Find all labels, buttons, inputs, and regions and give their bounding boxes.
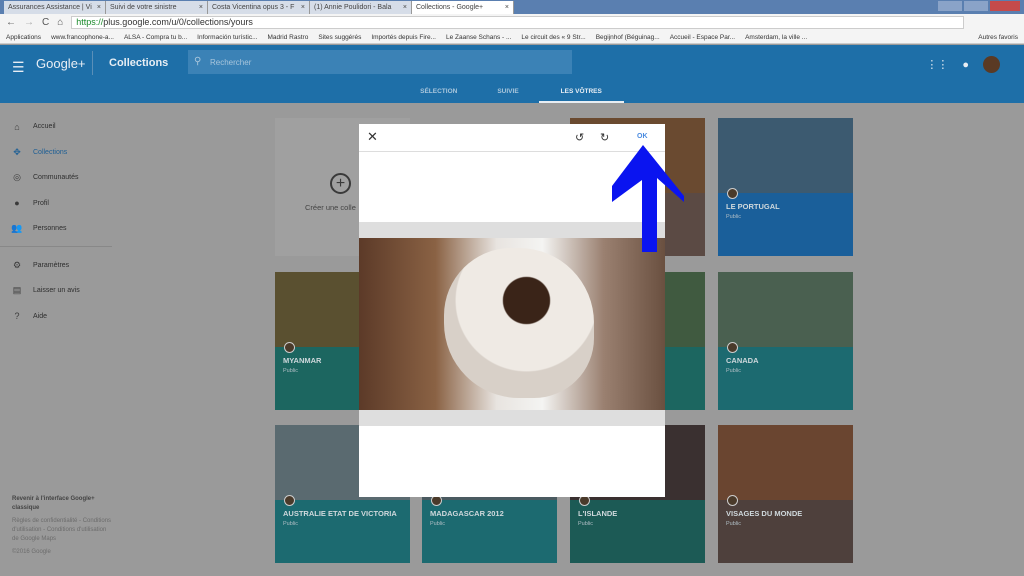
- arrow-up-icon: [612, 145, 684, 252]
- annotation-arrow: [612, 145, 684, 252]
